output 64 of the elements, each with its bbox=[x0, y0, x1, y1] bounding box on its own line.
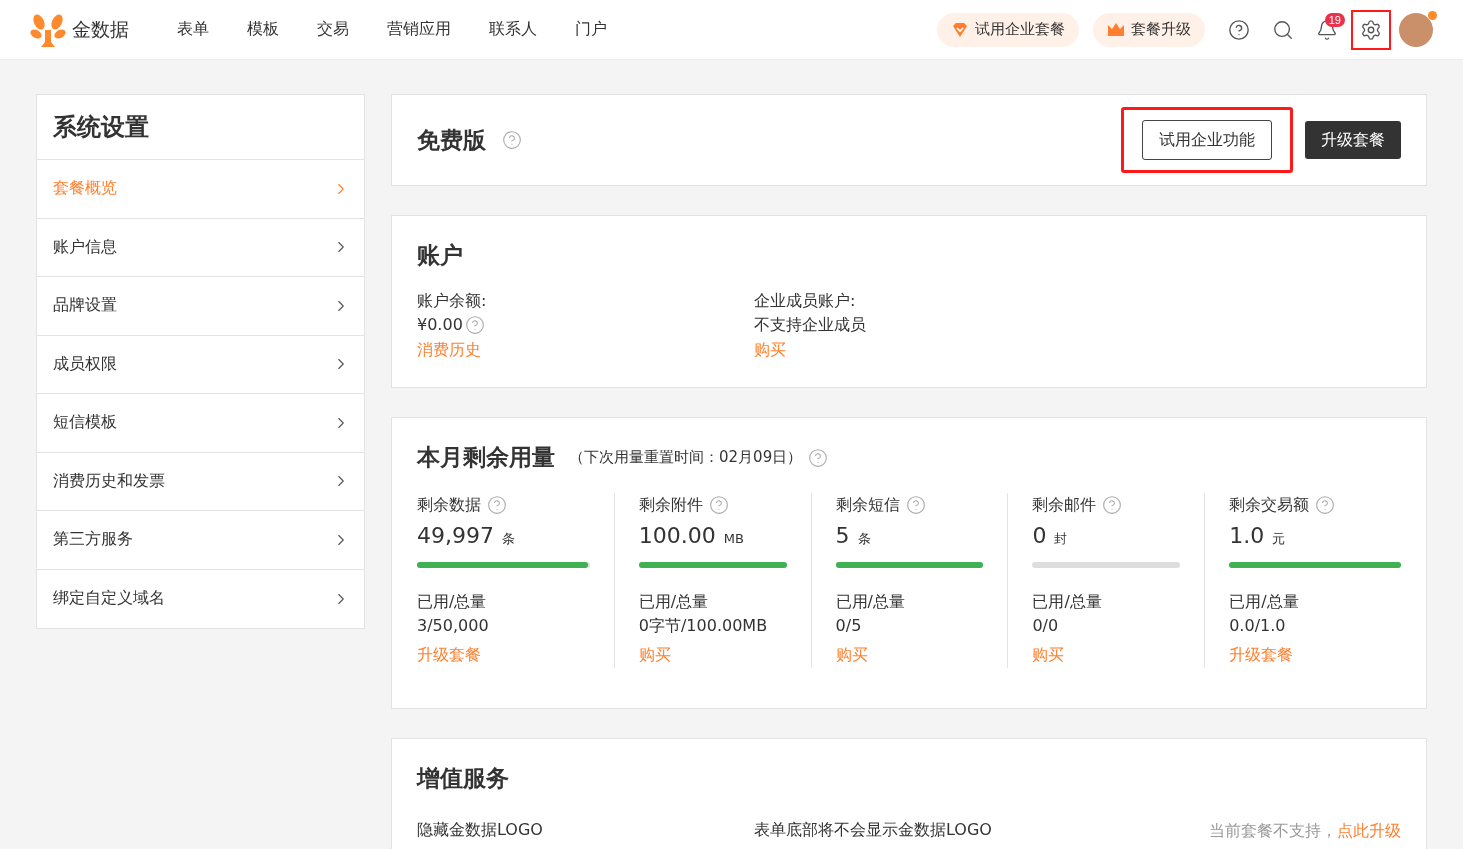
usage-label: 剩余短信 bbox=[835, 494, 900, 516]
used-value: 0.0/1.0 bbox=[1229, 615, 1287, 637]
usage-unit: 封 bbox=[1054, 531, 1068, 546]
card-title: 增值服务 bbox=[417, 765, 509, 791]
used-label: 已用/总量 bbox=[638, 591, 710, 613]
usage-amount: 49,997 bbox=[417, 523, 494, 548]
sidebar-item[interactable]: 短信模板 bbox=[37, 394, 364, 453]
brand-name: 金数据 bbox=[72, 16, 129, 42]
usage-amount: 1.0 bbox=[1229, 523, 1265, 548]
nav-link[interactable]: 交易 bbox=[317, 19, 349, 40]
used-label: 已用/总量 bbox=[835, 591, 906, 613]
usage-unit: 元 bbox=[1272, 531, 1286, 546]
usage-amount: 5 bbox=[835, 523, 850, 548]
upgrade-button[interactable]: 升级套餐 bbox=[1305, 121, 1401, 159]
usage-unit: MB bbox=[723, 531, 744, 546]
nav-link[interactable]: 表单 bbox=[177, 19, 209, 40]
notification-count: 19 bbox=[1324, 12, 1345, 27]
used-label: 已用/总量 bbox=[417, 591, 488, 613]
plan-upgrade-button[interactable]: 套餐升级 bbox=[1093, 12, 1205, 47]
card-title: 本月剩余用量 bbox=[417, 443, 555, 472]
card-title: 账户 bbox=[417, 242, 463, 268]
sidebar-item[interactable]: 第三方服务 bbox=[37, 511, 364, 570]
reset-time-note: （下次用量重置时间：02月09日） bbox=[569, 448, 803, 467]
usage-amount: 100.00 bbox=[638, 523, 716, 548]
trial-plan-button[interactable]: 试用企业套餐 bbox=[937, 12, 1079, 47]
used-label: 已用/总量 bbox=[1032, 591, 1103, 613]
sidebar-item[interactable]: 成员权限 bbox=[37, 335, 364, 394]
usage-unit: 条 bbox=[502, 531, 515, 546]
plan-title: 免费版 bbox=[417, 125, 486, 155]
nav-link[interactable]: 模板 bbox=[247, 19, 279, 40]
usage-label: 剩余附件 bbox=[638, 494, 703, 516]
field-label: 账户余额: bbox=[417, 290, 488, 312]
usage-label: 剩余交易额 bbox=[1229, 494, 1310, 516]
settings-icon bbox=[1360, 18, 1382, 41]
used-label: 已用/总量 bbox=[1229, 591, 1300, 613]
sidebar-title: 系统设置 bbox=[37, 95, 364, 160]
field-label: 企业成员账户: bbox=[754, 290, 857, 312]
usage-amount: 0 bbox=[1032, 523, 1047, 548]
nav-link[interactable]: 营销应用 bbox=[387, 19, 451, 40]
sidebar-item[interactable]: 绑定自定义域名 bbox=[37, 569, 364, 628]
trial-button[interactable]: 试用企业功能 bbox=[1142, 120, 1272, 160]
diamond-icon bbox=[951, 20, 969, 39]
nav-link[interactable]: 联系人 bbox=[489, 19, 537, 40]
usage-label: 剩余邮件 bbox=[1032, 494, 1097, 516]
usage-label: 剩余数据 bbox=[417, 494, 481, 516]
service-status: 当前套餐不支持， bbox=[1209, 821, 1337, 840]
used-value: 0字节/100.00MB bbox=[638, 615, 769, 637]
help-icon[interactable] bbox=[1228, 18, 1250, 41]
service-name: 隐藏金数据LOGO bbox=[417, 819, 544, 841]
sidebar-item[interactable]: 账户信息 bbox=[37, 218, 364, 277]
search-icon[interactable] bbox=[1272, 18, 1294, 41]
field-value: ¥0.00 bbox=[417, 314, 463, 336]
used-value: 3/50,000 bbox=[417, 615, 490, 637]
service-description: 表单底部将不会显示金数据LOGO bbox=[754, 819, 993, 841]
nav-link[interactable]: 门户 bbox=[575, 19, 607, 40]
settings-button[interactable] bbox=[1351, 9, 1391, 50]
tree-logo-icon bbox=[30, 11, 66, 48]
used-value: 0/0 bbox=[1032, 615, 1060, 637]
sidebar-item[interactable]: 消费历史和发票 bbox=[37, 452, 364, 511]
crown-icon bbox=[1107, 21, 1125, 38]
used-value: 0/5 bbox=[835, 615, 863, 637]
usage-unit: 条 bbox=[857, 531, 871, 546]
field-value: 不支持企业成员 bbox=[754, 314, 866, 336]
sidebar-item[interactable]: 品牌设置 bbox=[37, 277, 364, 336]
